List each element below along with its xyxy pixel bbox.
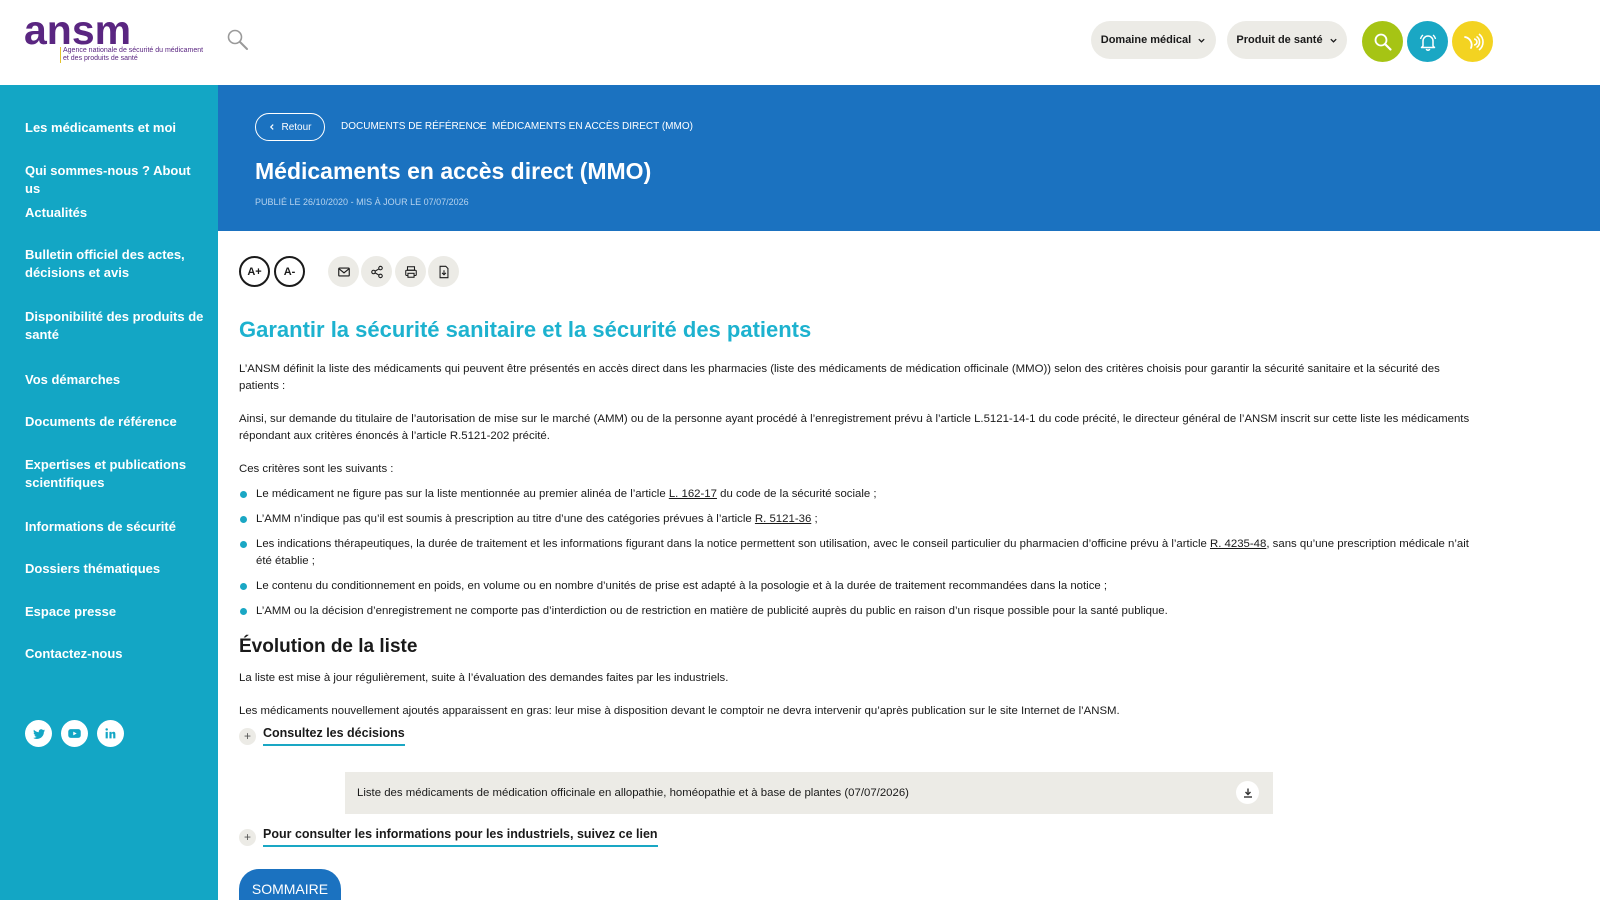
link-r-5121-36[interactable]: R. 5121-36: [755, 513, 811, 525]
criteria-item: L’AMM ou la décision d’enregistrement ne…: [239, 603, 1479, 620]
criteria-item: Les indications thérapeutiques, la durée…: [239, 536, 1479, 570]
search-icon[interactable]: [226, 28, 250, 52]
criteria-intro: Ces critères sont les suivants :: [239, 463, 394, 475]
download-pdf-icon: [439, 265, 448, 278]
criteria-item: L’AMM n’indique pas qu’il est soumis à p…: [239, 511, 1479, 528]
download-label: Liste des médicaments de médication offi…: [357, 787, 909, 799]
audio-button[interactable]: [1452, 21, 1493, 62]
font-increase-button[interactable]: A+: [239, 256, 270, 287]
sommaire-button[interactable]: SOMMAIRE: [239, 869, 341, 900]
share-icon: [370, 265, 383, 278]
download-list-item[interactable]: Liste des médicaments de médication offi…: [345, 772, 1273, 814]
mail-icon: [337, 266, 350, 277]
sidebar-item-expertises[interactable]: Expertises et publications scientifiques: [25, 456, 205, 492]
print-button[interactable]: [395, 256, 426, 287]
accordion-label: Pour consulter les informations pour les…: [263, 827, 658, 847]
link-l-162-17[interactable]: L. 162-17: [669, 488, 717, 500]
email-button[interactable]: [328, 256, 359, 287]
download-icon: [1236, 781, 1259, 804]
sidebar-item-qui-sommes-nous[interactable]: Qui sommes-nous ? About us: [25, 162, 205, 198]
sidebar-item-actualites[interactable]: Actualités: [25, 204, 205, 222]
plus-icon: +: [239, 727, 256, 745]
sidebar-item-disponibilite[interactable]: Disponibilité des produits de santé: [25, 308, 205, 344]
ansm-logo[interactable]: ansm Agence nationale de sécurité du méd…: [24, 10, 204, 66]
sidebar-item-contactez-nous[interactable]: Contactez-nous: [25, 645, 205, 663]
produit-de-sante-menu[interactable]: Produit de santé: [1227, 21, 1347, 59]
sidebar-item-vos-demarches[interactable]: Vos démarches: [25, 371, 205, 389]
publication-dates: PUBLIÉ LE 26/10/2020 - MIS À JOUR LE 07/…: [255, 197, 469, 207]
youtube-icon: [68, 729, 81, 738]
search-icon: [1374, 33, 1392, 51]
link-r-4235-48[interactable]: R. 4235-48: [1210, 538, 1266, 550]
chevron-down-icon: [1198, 38, 1205, 43]
sidebar-item-informations-securite[interactable]: Informations de sécurité: [25, 518, 205, 536]
evolution-paragraph-1: La liste est mise à jour régulièrement, …: [239, 672, 729, 684]
download-pdf-button[interactable]: [428, 256, 459, 287]
page-hero: Retour DOCUMENTS DE RÉFÉRENCE › MÉDICAME…: [218, 85, 1600, 231]
alerts-button[interactable]: [1407, 21, 1448, 62]
article-paragraph-intro: L’ANSM définit la liste des médicaments …: [239, 363, 1440, 392]
twitter-icon: [32, 728, 45, 739]
youtube-link[interactable]: [61, 720, 88, 747]
logo-subtitle: Agence nationale de sécurité du médicame…: [60, 47, 203, 63]
section-heading-evolution: Évolution de la liste: [239, 636, 418, 657]
sidebar-item-medicaments-et-moi[interactable]: Les médicaments et moi: [25, 119, 205, 137]
font-decrease-button[interactable]: A-: [274, 256, 305, 287]
sidebar-item-dossiers-thematiques[interactable]: Dossiers thématiques: [25, 560, 205, 578]
print-icon: [404, 265, 417, 278]
site-header: ansm Agence nationale de sécurité du méd…: [0, 0, 1600, 85]
logo-wordmark: ansm: [24, 7, 132, 53]
sidebar-item-espace-presse[interactable]: Espace presse: [25, 603, 205, 621]
article-paragraph-procedure: Ainsi, sur demande du titulaire de l’aut…: [239, 413, 1470, 442]
produit-de-sante-label: Produit de santé: [1236, 34, 1323, 46]
sidebar-nav: Les médicaments et moi Qui sommes-nous ?…: [0, 85, 218, 900]
chevron-down-icon: [1329, 38, 1337, 43]
accordion-label: Consultez les décisions: [263, 726, 405, 746]
domaine-medical-menu[interactable]: Domaine médical: [1091, 21, 1216, 59]
audio-icon: [1463, 32, 1484, 51]
sidebar-item-documents-de-reference[interactable]: Documents de référence: [25, 413, 205, 431]
search-button[interactable]: [1362, 21, 1403, 62]
back-label: Retour: [281, 121, 312, 133]
article-heading: Garantir la sécurité sanitaire et la séc…: [239, 317, 812, 342]
linkedin-icon: [105, 728, 116, 739]
plus-icon: +: [239, 828, 256, 846]
criteria-item: Le contenu du conditionnement en poids, …: [239, 578, 1479, 595]
page-title: Médicaments en accès direct (MMO): [255, 158, 652, 184]
evolution-paragraph-2: Les médicaments nouvellement ajoutés app…: [239, 705, 1120, 717]
chevron-left-icon: [270, 124, 275, 130]
breadcrumb-current: MÉDICAMENTS EN ACCÈS DIRECT (MMO): [492, 121, 693, 132]
criteria-item: Le médicament ne figure pas sur la liste…: [239, 486, 1479, 503]
linkedin-link[interactable]: [97, 720, 124, 747]
breadcrumb-separator: ›: [478, 120, 482, 131]
accordion-informations-industriels[interactable]: + Pour consulter les informations pour l…: [239, 826, 658, 848]
share-button[interactable]: [361, 256, 392, 287]
bell-icon: [1419, 33, 1436, 51]
sidebar-item-bulletin-officiel[interactable]: Bulletin officiel des actes, décisions e…: [25, 246, 205, 282]
domaine-medical-label: Domaine médical: [1100, 34, 1192, 46]
back-button[interactable]: Retour: [255, 113, 325, 141]
accordion-consultez-decisions[interactable]: + Consultez les décisions: [239, 725, 405, 747]
breadcrumb-documents-de-reference[interactable]: DOCUMENTS DE RÉFÉRENCE: [341, 121, 487, 132]
twitter-link[interactable]: [25, 720, 52, 747]
